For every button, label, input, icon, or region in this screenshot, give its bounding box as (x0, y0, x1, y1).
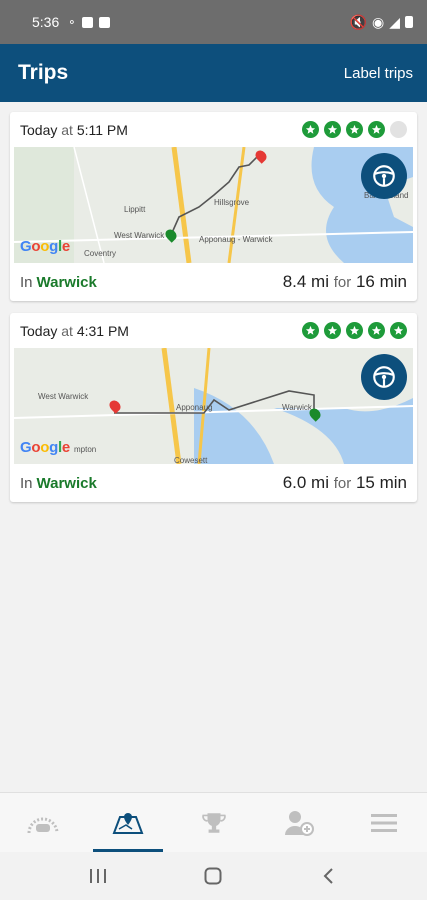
star-icon (368, 322, 385, 339)
dashboard-icon (27, 817, 59, 833)
trip-map[interactable]: West Warwick Apponaug Warwick Cowesett m… (14, 348, 413, 464)
star-icon (346, 121, 363, 138)
status-time: 5:36 (32, 14, 60, 30)
trip-in-label: In (20, 273, 33, 291)
map-label: Apponaug - Warwick (199, 235, 273, 244)
map-label: Apponaug (176, 403, 213, 412)
trip-city: Warwick (36, 273, 97, 291)
trophy-icon (201, 812, 226, 833)
star-icon (324, 121, 341, 138)
map-label: Cowesett (174, 456, 208, 464)
trip-at: at (61, 121, 73, 138)
trip-distance: 8.4 mi (282, 272, 329, 291)
trip-at: at (61, 322, 73, 339)
map-label: Hillsgrove (214, 198, 250, 207)
wifi-icon: ◉ (372, 13, 385, 30)
trip-time: 4:31 PM (76, 322, 129, 339)
gallery-icon (82, 16, 94, 28)
trip-in-label: In (20, 474, 33, 492)
trips-map-icon (112, 812, 144, 834)
google-logo: Google (20, 439, 70, 456)
steering-wheel-button[interactable] (361, 354, 407, 400)
label-trips-button[interactable]: Label trips (344, 65, 413, 82)
trip-map[interactable]: Lippitt West Warwick Coventry Hillsgrove… (14, 147, 413, 263)
back-icon (323, 868, 333, 884)
home-button[interactable] (193, 861, 233, 891)
google-logo: Google (20, 238, 70, 255)
system-nav-bar (0, 852, 427, 900)
bottom-tab-bar (0, 792, 427, 852)
trip-card[interactable]: Today at 4:31 PM West Warwick Apponaug W… (10, 313, 417, 502)
trip-footer: In Warwick 8.4 mi for 16 min (10, 263, 417, 301)
trip-for-label: for (333, 274, 352, 291)
home-icon (204, 867, 222, 885)
star-icon (302, 322, 319, 339)
tab-menu[interactable] (342, 793, 427, 852)
mute-icon: 🔇 (349, 13, 367, 30)
recent-apps-button[interactable] (78, 861, 118, 891)
tab-dashboard[interactable] (0, 793, 85, 852)
trip-rating (302, 121, 407, 138)
trip-rating (302, 322, 407, 339)
map-label: West Warwick (114, 231, 165, 240)
trip-time: 5:11 PM (76, 121, 128, 138)
star-icon (390, 322, 407, 339)
trip-city: Warwick (36, 474, 97, 492)
map-label: West Warwick (38, 392, 89, 401)
star-empty-icon (390, 121, 407, 138)
trip-duration: 15 min (355, 473, 407, 492)
signal-icon: ◢ (389, 13, 400, 30)
trip-header: Today at 5:11 PM (10, 112, 417, 147)
trip-card[interactable]: Today at 5:11 PM Lippitt West Warwick Co… (10, 112, 417, 301)
star-icon (302, 121, 319, 138)
app-bar: Trips Label trips (0, 44, 427, 102)
star-icon (324, 322, 341, 339)
status-bar: 5:36 ⚬ 🔇 ◉ ◢ (0, 0, 427, 44)
menu-icon (371, 813, 398, 832)
steering-wheel-button[interactable] (361, 153, 407, 199)
tab-invite[interactable] (256, 793, 341, 852)
add-person-icon (284, 810, 314, 836)
map-label: Coventry (84, 249, 117, 258)
page-title: Trips (18, 61, 69, 84)
system-icons: 🔇 ◉ ◢ (350, 14, 413, 31)
trip-duration: 16 min (355, 272, 407, 291)
tab-trips[interactable] (85, 793, 170, 852)
missed-call-icon: ⚬ (67, 16, 77, 29)
trip-distance: 6.0 mi (282, 473, 329, 492)
trip-footer: In Warwick 6.0 mi for 15 min (10, 464, 417, 502)
back-button[interactable] (309, 861, 349, 891)
battery-icon (405, 16, 413, 28)
star-icon (368, 121, 385, 138)
trip-stats: 6.0 mi for 15 min (283, 473, 407, 493)
document-icon (99, 16, 111, 28)
trip-day: Today (20, 121, 58, 138)
map-label: Lippitt (124, 205, 146, 214)
map-label: Warwick (282, 403, 312, 412)
trip-for-label: for (333, 475, 352, 492)
steering-wheel-icon (373, 366, 395, 388)
star-icon (346, 322, 363, 339)
tab-achievements[interactable] (171, 793, 256, 852)
trip-header: Today at 4:31 PM (10, 313, 417, 348)
recent-apps-icon (89, 869, 106, 883)
trip-day: Today (20, 322, 58, 339)
map-label: mpton (74, 445, 97, 454)
steering-wheel-icon (373, 165, 395, 187)
trip-stats: 8.4 mi for 16 min (283, 272, 407, 292)
notification-icons: ⚬ (67, 16, 111, 29)
